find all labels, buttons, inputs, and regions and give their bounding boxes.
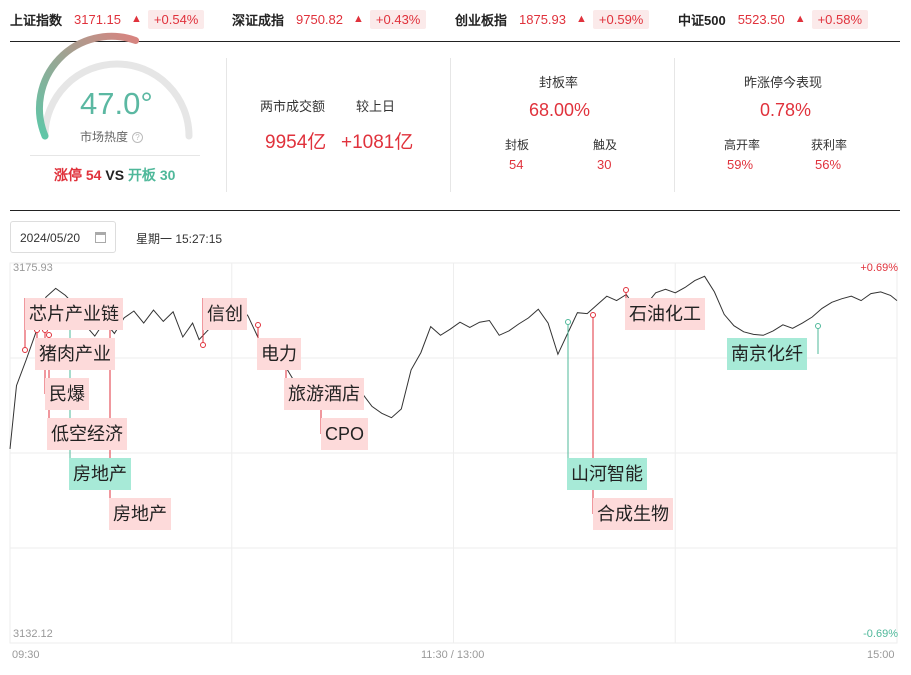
x-axis-mid: 11:30 / 13:00 [421, 649, 485, 661]
annotation-point [22, 347, 28, 353]
sector-label[interactable]: 合成生物 [593, 498, 673, 530]
sector-label[interactable]: CPO [321, 418, 369, 450]
sector-label[interactable]: 房地产 [69, 458, 131, 490]
y-axis-max: 3175.93 [13, 262, 53, 274]
sector-label[interactable]: 山河智能 [567, 458, 647, 490]
annotation-point [565, 319, 571, 325]
pct-axis-max: +0.69% [860, 262, 898, 274]
annotation-point [623, 287, 629, 293]
annotation-point [46, 332, 52, 338]
sector-label[interactable]: 房地产 [109, 498, 171, 530]
annotation-point [590, 312, 596, 318]
sector-label[interactable]: 民爆 [45, 378, 89, 410]
sector-label[interactable]: 电力 [257, 338, 301, 370]
pct-axis-min: -0.69% [863, 628, 898, 640]
sector-label[interactable]: 石油化工 [625, 298, 705, 330]
sector-label[interactable]: 芯片产业链 [25, 298, 123, 330]
annotation-point [255, 322, 261, 328]
x-axis-start: 09:30 [12, 649, 40, 661]
sector-label[interactable]: 旅游酒店 [284, 378, 364, 410]
x-axis-end: 15:00 [867, 649, 895, 661]
sector-label[interactable]: 信创 [203, 298, 247, 330]
sector-label[interactable]: 南京化纤 [727, 338, 807, 370]
annotation-point [815, 323, 821, 329]
annotation-point [200, 342, 206, 348]
y-axis-min: 3132.12 [13, 628, 53, 640]
sector-label[interactable]: 猪肉产业 [35, 338, 115, 370]
sector-label[interactable]: 低空经济 [47, 418, 127, 450]
